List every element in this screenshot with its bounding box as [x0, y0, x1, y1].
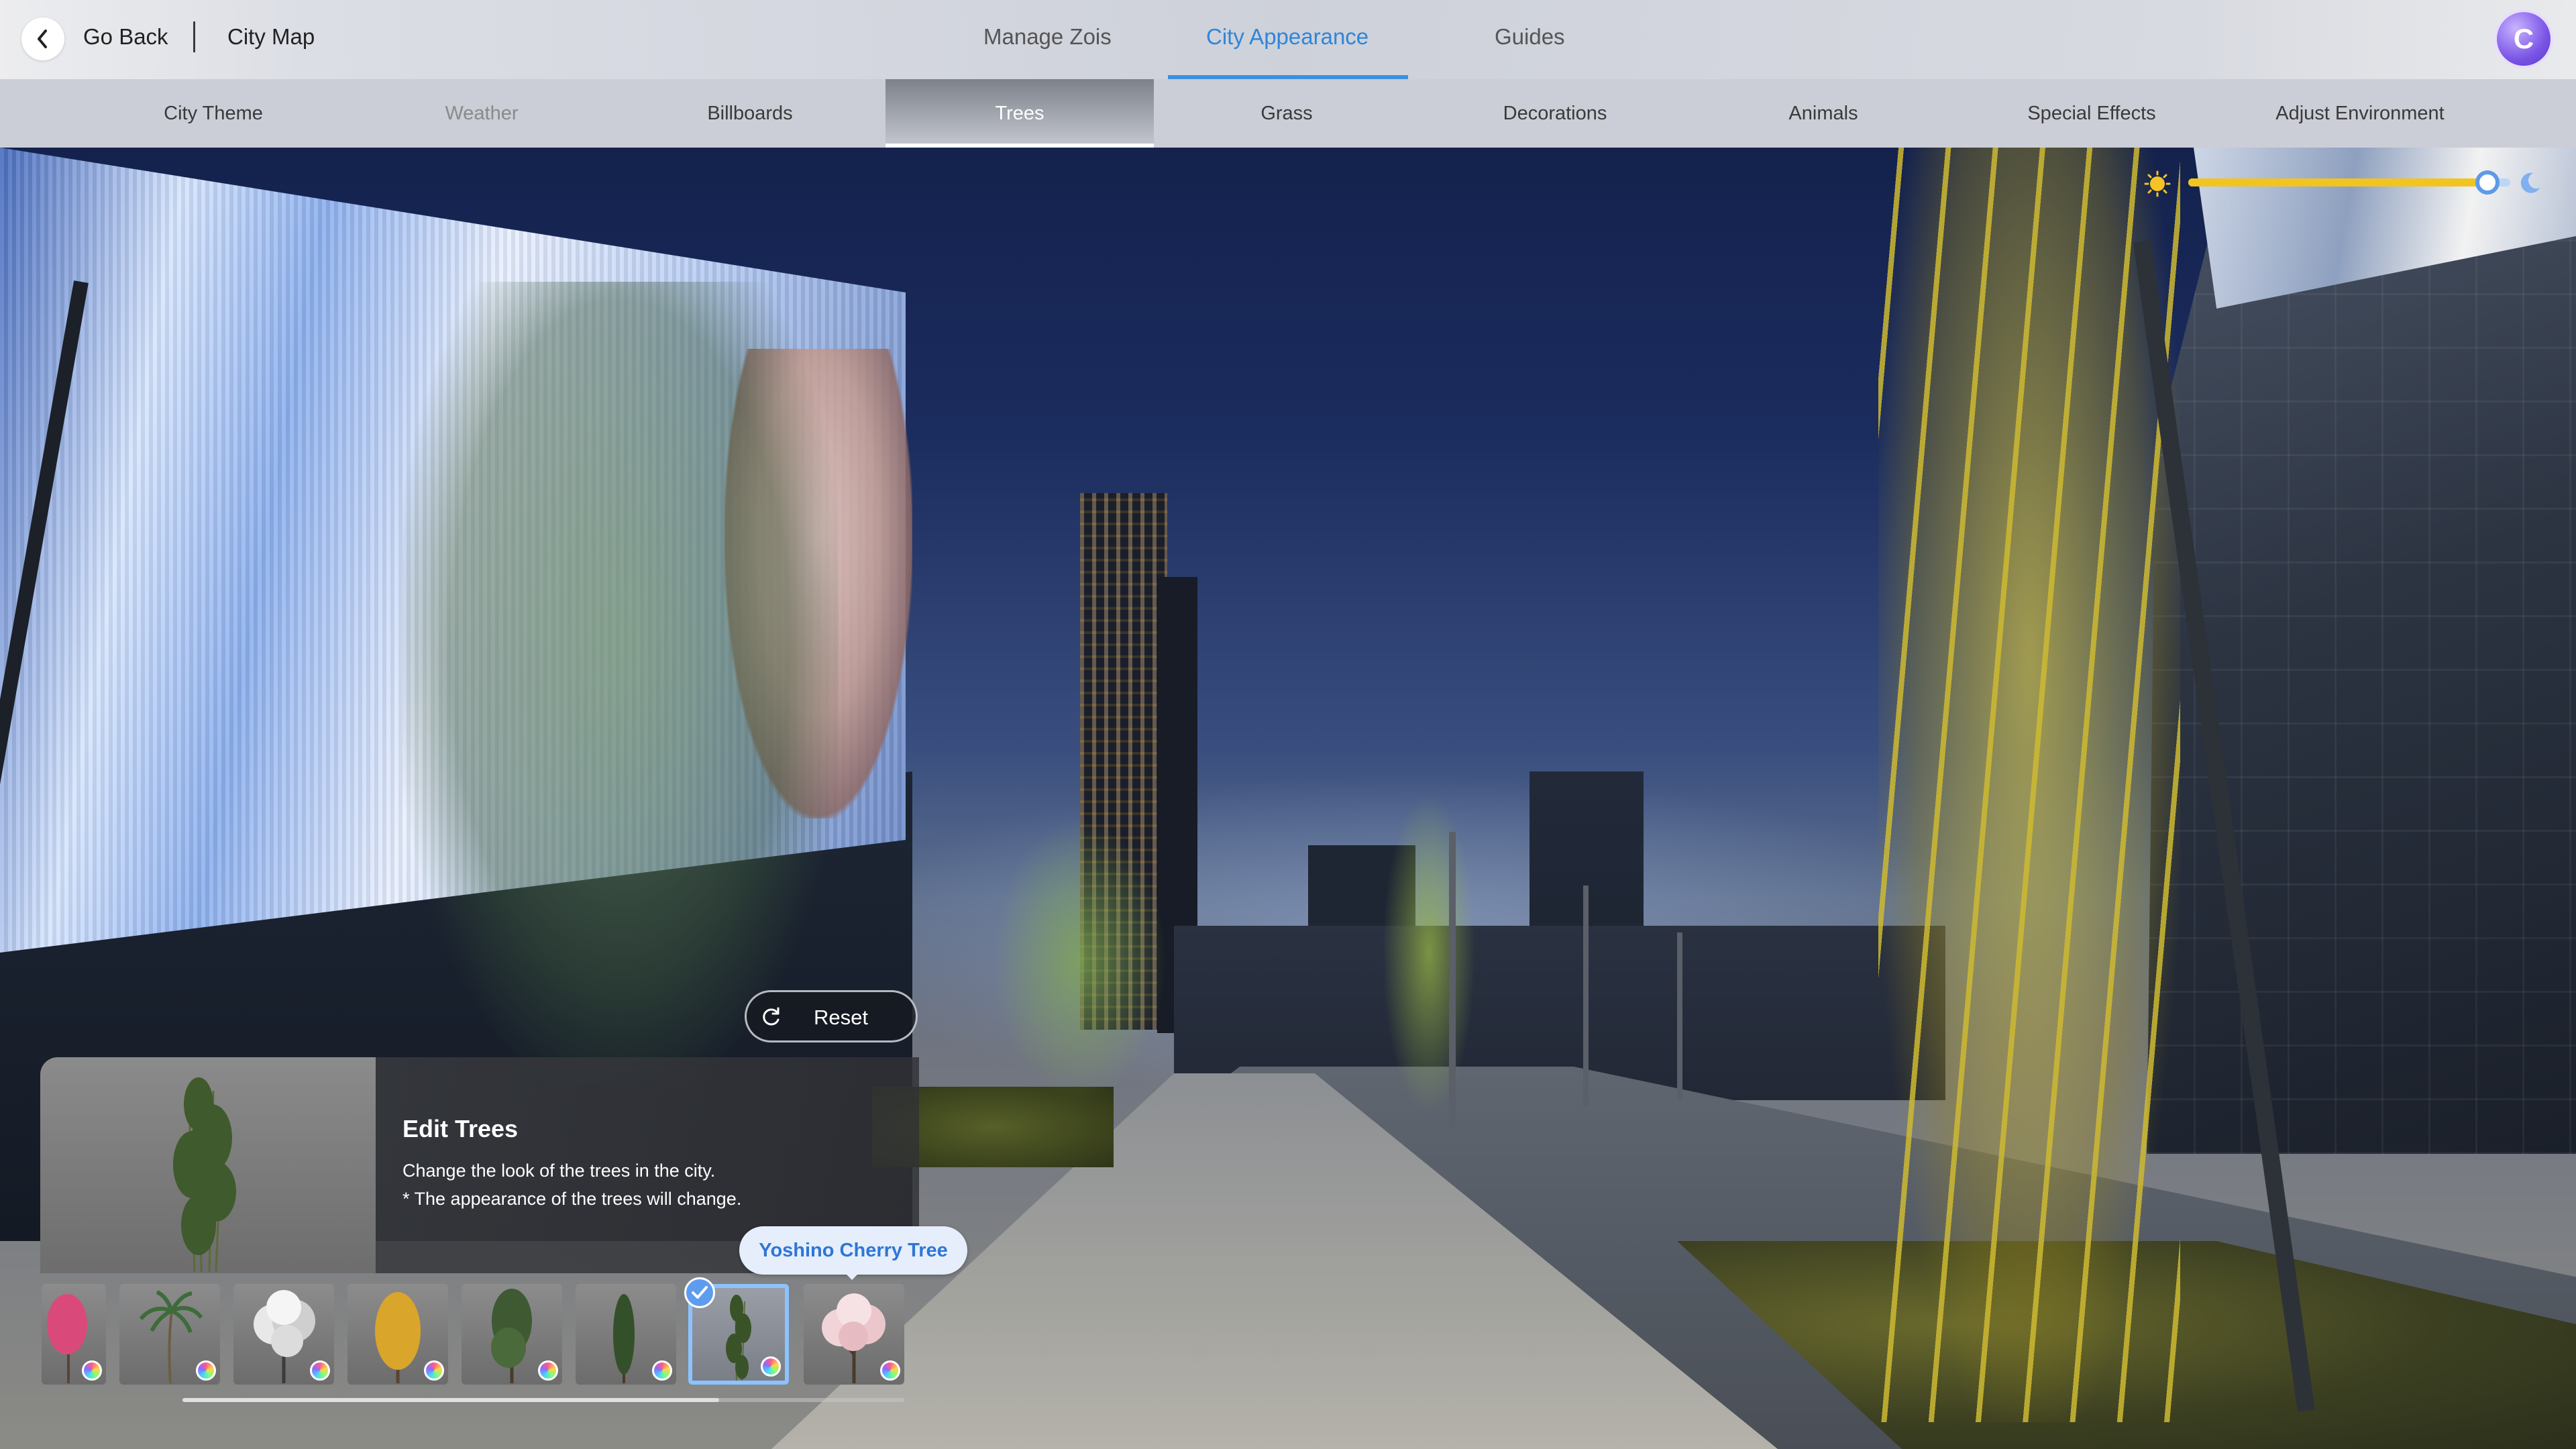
- street-lamp: [1449, 832, 1456, 1127]
- tree-option-yoshino-cherry[interactable]: [804, 1284, 904, 1385]
- tree-option-green[interactable]: [462, 1284, 562, 1385]
- scrollbar-thumb[interactable]: [182, 1398, 719, 1402]
- subtab-billboards[interactable]: Billboards: [616, 79, 884, 148]
- bamboo-cluster: [1382, 792, 1476, 1114]
- color-variant-icon[interactable]: [761, 1356, 781, 1377]
- panel-title: Edit Trees: [402, 1115, 519, 1142]
- color-variant-icon[interactable]: [196, 1360, 216, 1381]
- subtab-adjust-environment[interactable]: Adjust Environment: [2226, 79, 2494, 148]
- street-lamp: [1583, 885, 1589, 1107]
- back-button[interactable]: [21, 17, 64, 60]
- chevron-left-icon: [38, 30, 47, 48]
- panel-description: Change the look of the trees in the city…: [402, 1161, 716, 1181]
- panel-note: * The appearance of the trees will chang…: [402, 1189, 742, 1209]
- bamboo-cluster: [1878, 148, 2180, 1422]
- active-subtab-indicator: [885, 144, 1154, 148]
- breadcrumb-separator: [193, 21, 195, 52]
- bamboo-preview-icon: [173, 1077, 236, 1273]
- right-building: [2147, 148, 2576, 1154]
- subtab-grass[interactable]: Grass: [1152, 79, 1421, 148]
- tab-guides[interactable]: Guides: [1495, 24, 1565, 50]
- tree-option-pink-blossom[interactable]: [42, 1284, 106, 1385]
- color-variant-icon[interactable]: [82, 1360, 102, 1381]
- selected-check-icon: [684, 1277, 715, 1308]
- subtab-trees[interactable]: Trees: [885, 79, 1154, 148]
- moon-icon: [2520, 172, 2540, 193]
- subtab-special-effects[interactable]: Special Effects: [1957, 79, 2226, 148]
- tree-option-golden-ginkgo[interactable]: [347, 1284, 448, 1385]
- color-variant-icon[interactable]: [880, 1360, 900, 1381]
- color-variant-icon[interactable]: [310, 1360, 330, 1381]
- sun-icon: [2144, 170, 2171, 197]
- subtab-animals[interactable]: Animals: [1689, 79, 1957, 148]
- tree-preview-image: [40, 1057, 376, 1273]
- subtab-city-theme[interactable]: City Theme: [79, 79, 347, 148]
- tree-option-white-leaf[interactable]: [233, 1284, 334, 1385]
- color-variant-icon[interactable]: [652, 1360, 672, 1381]
- tree-option-cypress[interactable]: [576, 1284, 676, 1385]
- profile-avatar[interactable]: C: [2497, 12, 2551, 66]
- color-variant-icon[interactable]: [538, 1360, 558, 1381]
- subtab-decorations[interactable]: Decorations: [1421, 79, 1689, 148]
- slider-fill: [2188, 178, 2488, 186]
- breadcrumb-city-map[interactable]: City Map: [227, 24, 315, 50]
- thumbnail-scrollbar[interactable]: [182, 1398, 904, 1402]
- tab-city-appearance[interactable]: City Appearance: [1206, 24, 1368, 50]
- street-lamp: [1677, 932, 1682, 1100]
- subtab-weather[interactable]: Weather: [347, 79, 616, 148]
- tree-option-palm[interactable]: [119, 1284, 220, 1385]
- tab-manage-zois[interactable]: Manage Zois: [983, 24, 1112, 50]
- avatar-letter: C: [2513, 23, 2534, 54]
- reset-label: Reset: [814, 1006, 868, 1029]
- tooltip-label: Yoshino Cherry Tree: [759, 1240, 948, 1261]
- refresh-icon: [763, 1007, 780, 1026]
- day-night-slider[interactable]: [2188, 178, 2510, 186]
- bamboo-cluster: [402, 282, 839, 1087]
- reset-button[interactable]: Reset: [745, 990, 918, 1042]
- color-variant-icon[interactable]: [424, 1360, 444, 1381]
- tooltip-arrow: [844, 1272, 860, 1280]
- go-back-link[interactable]: Go Back: [83, 24, 168, 50]
- tree-name-tooltip: Yoshino Cherry Tree: [739, 1226, 967, 1275]
- bamboo-cluster: [993, 818, 1167, 1100]
